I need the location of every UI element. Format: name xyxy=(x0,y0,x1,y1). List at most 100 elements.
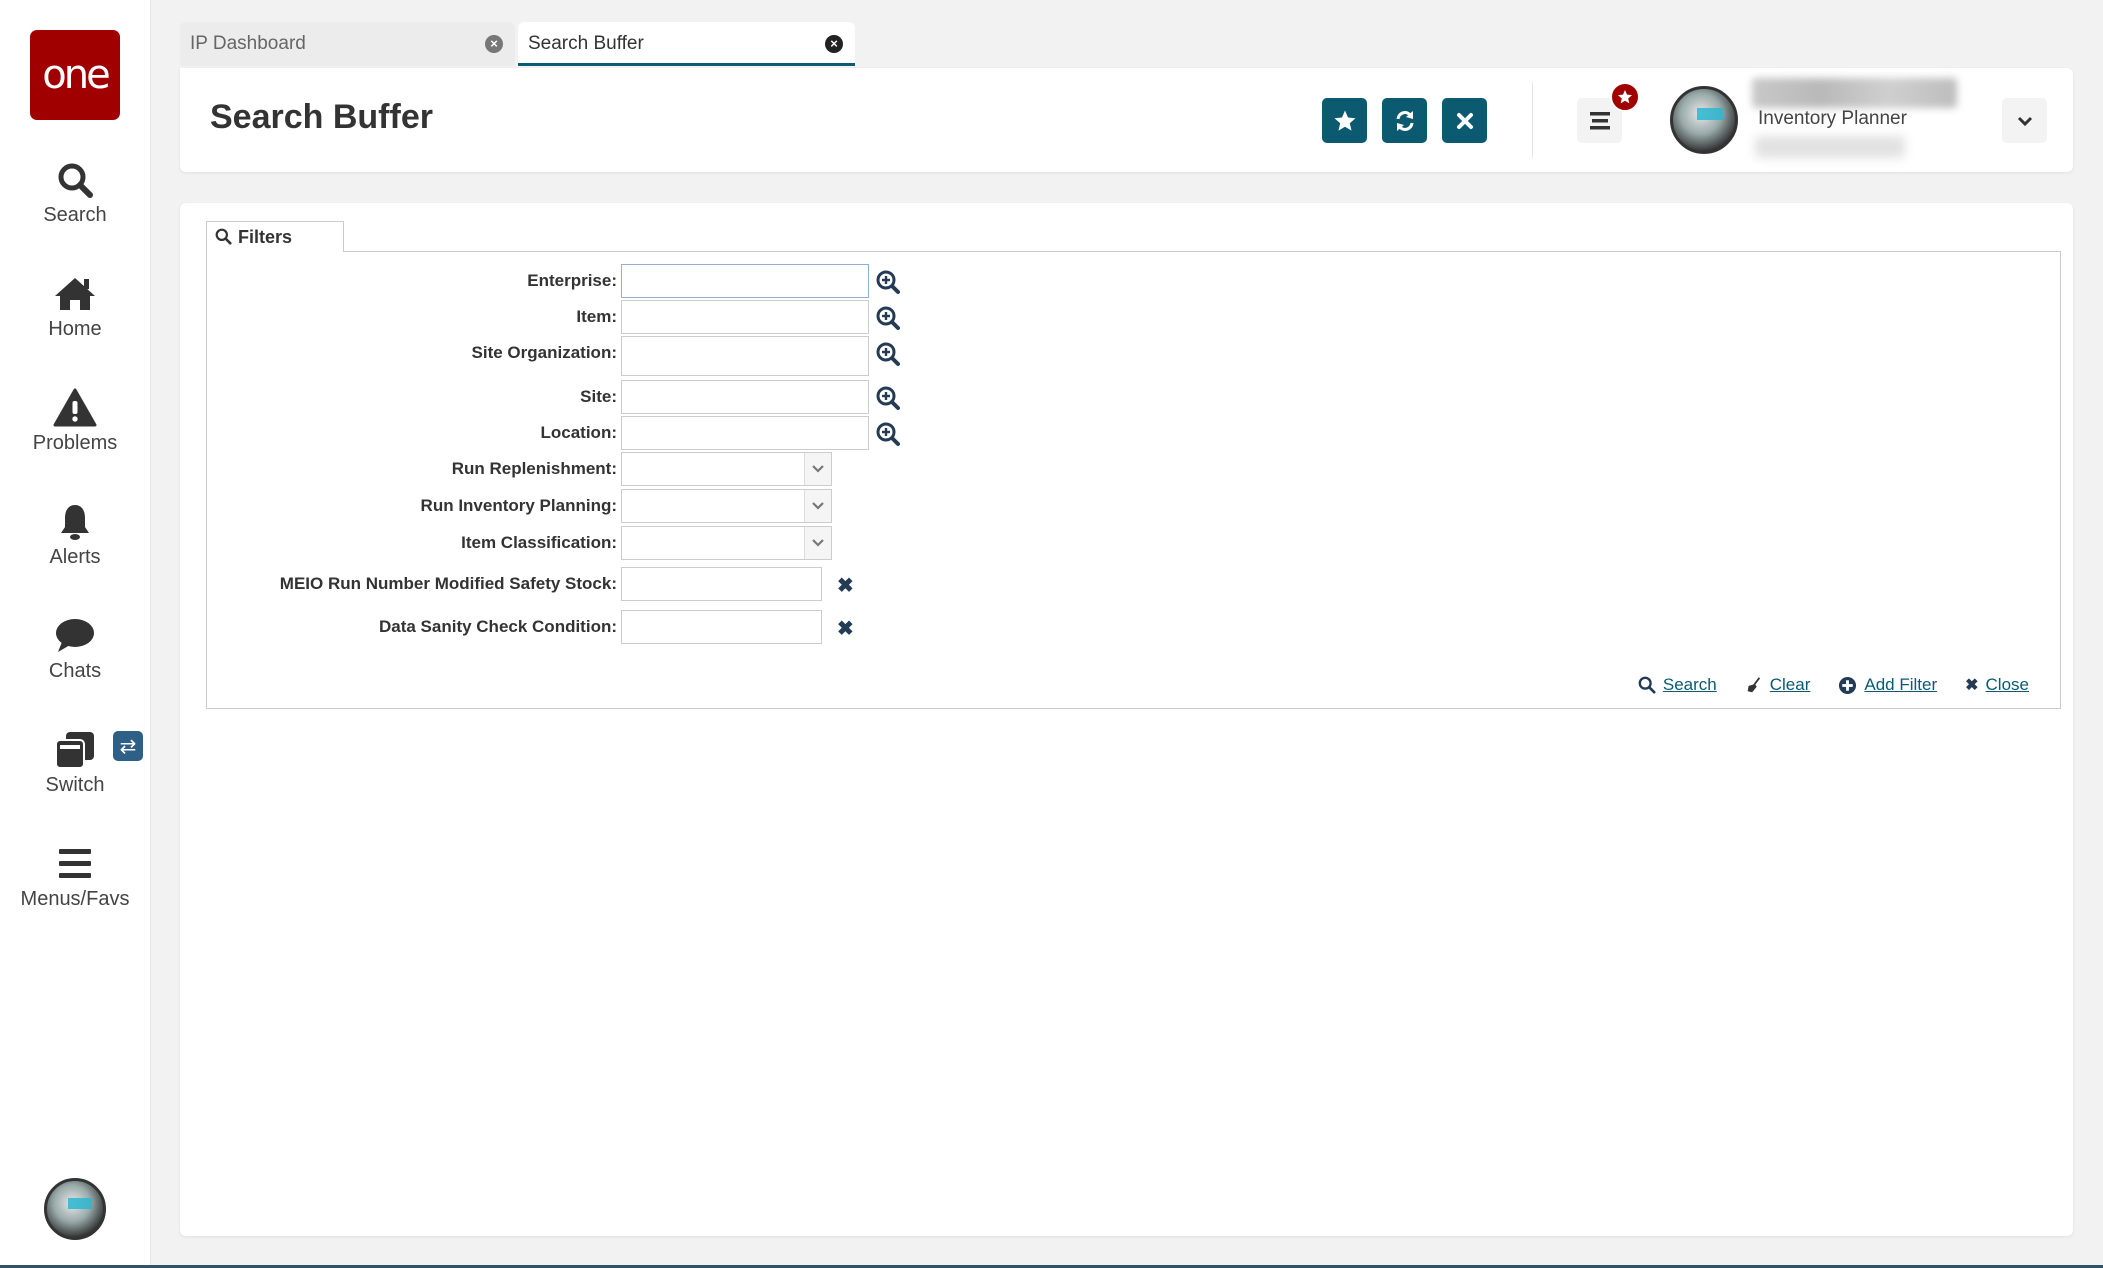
home-icon xyxy=(55,278,95,310)
chevron-down-icon[interactable] xyxy=(804,527,831,559)
run-replenishment-select[interactable] xyxy=(621,452,832,486)
sidebar-item-label: Menus/Favs xyxy=(20,888,130,910)
close-icon: ✖ xyxy=(1965,677,1979,694)
item-classification-select[interactable] xyxy=(621,526,832,560)
close-icon xyxy=(1456,112,1473,129)
close-link-label: Close xyxy=(1985,675,2029,694)
clear-field-icon[interactable]: ✖ xyxy=(837,573,854,598)
filter-row-meio-run-number: MEIO Run Number Modified Safety Stock: ✖ xyxy=(207,567,1107,601)
sidebar-item-label: Home xyxy=(48,318,102,340)
lookup-icon[interactable] xyxy=(875,385,901,411)
field-label: Location: xyxy=(540,423,618,442)
sidebar-item-label: Alerts xyxy=(49,546,101,568)
add-filter-link-label: Add Filter xyxy=(1864,675,1938,694)
filter-row-location: Location: xyxy=(207,416,1107,450)
clear-link-label: Clear xyxy=(1769,675,1811,694)
search-link[interactable]: Search xyxy=(1638,675,1717,695)
filters-tab[interactable]: Filters xyxy=(206,221,344,252)
broom-icon xyxy=(1747,677,1760,693)
user-name-redacted xyxy=(1752,78,1957,108)
filter-row-data-sanity-check: Data Sanity Check Condition: ✖ xyxy=(207,610,1107,644)
favorites-badge[interactable] xyxy=(1610,82,1640,112)
field-label: Site: xyxy=(580,387,617,406)
meio-run-number-input[interactable] xyxy=(621,567,822,601)
field-label: Enterprise: xyxy=(527,271,617,290)
sidebar-item-label: Problems xyxy=(32,432,118,454)
warning-icon xyxy=(53,388,97,427)
field-label: Run Inventory Planning: xyxy=(420,496,617,515)
filter-row-run-replenishment: Run Replenishment: xyxy=(207,452,1107,486)
app-logo[interactable]: one xyxy=(30,30,120,120)
sidebar-item-search[interactable]: Search xyxy=(0,160,150,227)
user-menu-dropdown[interactable] xyxy=(2002,98,2047,143)
sidebar-item-menus-favs[interactable]: Menus/Favs xyxy=(0,844,150,911)
item-input[interactable] xyxy=(621,300,869,334)
filter-row-run-inventory-planning: Run Inventory Planning: xyxy=(207,489,1107,523)
tab-search-buffer[interactable]: Search Buffer × xyxy=(518,22,855,66)
switch-badge[interactable]: ⇄ xyxy=(113,731,143,761)
chevron-down-icon[interactable] xyxy=(804,490,831,522)
sidebar-item-problems[interactable]: Problems xyxy=(0,388,150,455)
bell-icon xyxy=(61,505,89,540)
refresh-icon xyxy=(1396,110,1413,131)
chevron-down-icon[interactable] xyxy=(804,453,831,485)
field-label: Run Replenishment: xyxy=(451,459,617,478)
sidebar-item-alerts[interactable]: Alerts xyxy=(0,502,150,569)
hamburger-icon xyxy=(1589,111,1610,129)
search-icon xyxy=(1638,676,1656,694)
clear-link[interactable]: Clear xyxy=(1745,675,1811,695)
filter-row-site-organization: Site Organization: xyxy=(207,336,1107,376)
lookup-icon[interactable] xyxy=(875,421,901,447)
star-icon xyxy=(1334,110,1355,131)
search-link-label: Search xyxy=(1662,675,1717,694)
tab-label: Search Buffer xyxy=(528,33,644,54)
field-label: Site Organization: xyxy=(471,343,617,362)
filter-row-item: Item: xyxy=(207,300,1107,334)
filter-row-item-classification: Item Classification: xyxy=(207,526,1107,560)
windows-icon xyxy=(55,732,94,769)
filters-form: Enterprise: Item: Site Organization: Sit… xyxy=(206,251,2061,709)
tab-ip-dashboard[interactable]: IP Dashboard × xyxy=(180,22,515,66)
refresh-button[interactable] xyxy=(1382,98,1427,143)
page-title: Search Buffer xyxy=(210,98,433,136)
sidebar-item-label: Chats xyxy=(48,660,102,682)
filter-actions: Search Clear Add Filter ✖ Close xyxy=(1638,675,2029,695)
run-inventory-planning-select[interactable] xyxy=(621,489,832,523)
chat-icon xyxy=(56,619,94,652)
close-page-button[interactable] xyxy=(1442,98,1487,143)
page-header: Search Buffer Inventory Planner xyxy=(180,68,2073,172)
filters-tab-label: Filters xyxy=(238,227,293,247)
field-label: MEIO Run Number Modified Safety Stock: xyxy=(279,574,617,593)
data-sanity-check-input[interactable] xyxy=(621,610,822,644)
filter-row-enterprise: Enterprise: xyxy=(207,264,1107,298)
lookup-icon[interactable] xyxy=(875,305,901,331)
enterprise-input[interactable] xyxy=(621,264,869,298)
close-tab-icon[interactable]: × xyxy=(485,35,503,53)
sidebar-item-home[interactable]: Home xyxy=(0,274,150,341)
site-input[interactable] xyxy=(621,380,869,414)
user-avatar[interactable] xyxy=(1670,86,1738,154)
menu-icon xyxy=(59,849,91,878)
sidebar-user-avatar[interactable] xyxy=(44,1178,106,1240)
search-panel: Filters Enterprise: Item: Site Organizat… xyxy=(180,203,2073,1236)
add-filter-link[interactable]: Add Filter xyxy=(1838,675,1937,695)
close-filters-link[interactable]: ✖ Close xyxy=(1965,675,2029,695)
field-label: Data Sanity Check Condition: xyxy=(378,617,617,636)
site-organization-input[interactable] xyxy=(621,336,869,376)
close-tab-icon[interactable]: × xyxy=(825,35,843,53)
user-org-redacted xyxy=(1755,136,1905,158)
lookup-icon[interactable] xyxy=(875,269,901,295)
star-icon xyxy=(1618,90,1632,104)
favorite-button[interactable] xyxy=(1322,98,1367,143)
sidebar-item-label: Search xyxy=(43,204,107,226)
search-icon xyxy=(215,228,232,245)
sidebar-item-chats[interactable]: Chats xyxy=(0,616,150,683)
header-divider xyxy=(1532,82,1533,158)
chevron-down-icon xyxy=(2017,116,2032,126)
lookup-icon[interactable] xyxy=(875,341,901,367)
search-icon xyxy=(58,163,93,198)
filter-row-site: Site: xyxy=(207,380,1107,414)
swap-icon: ⇄ xyxy=(119,735,137,758)
clear-field-icon[interactable]: ✖ xyxy=(837,616,854,641)
location-input[interactable] xyxy=(621,416,869,450)
